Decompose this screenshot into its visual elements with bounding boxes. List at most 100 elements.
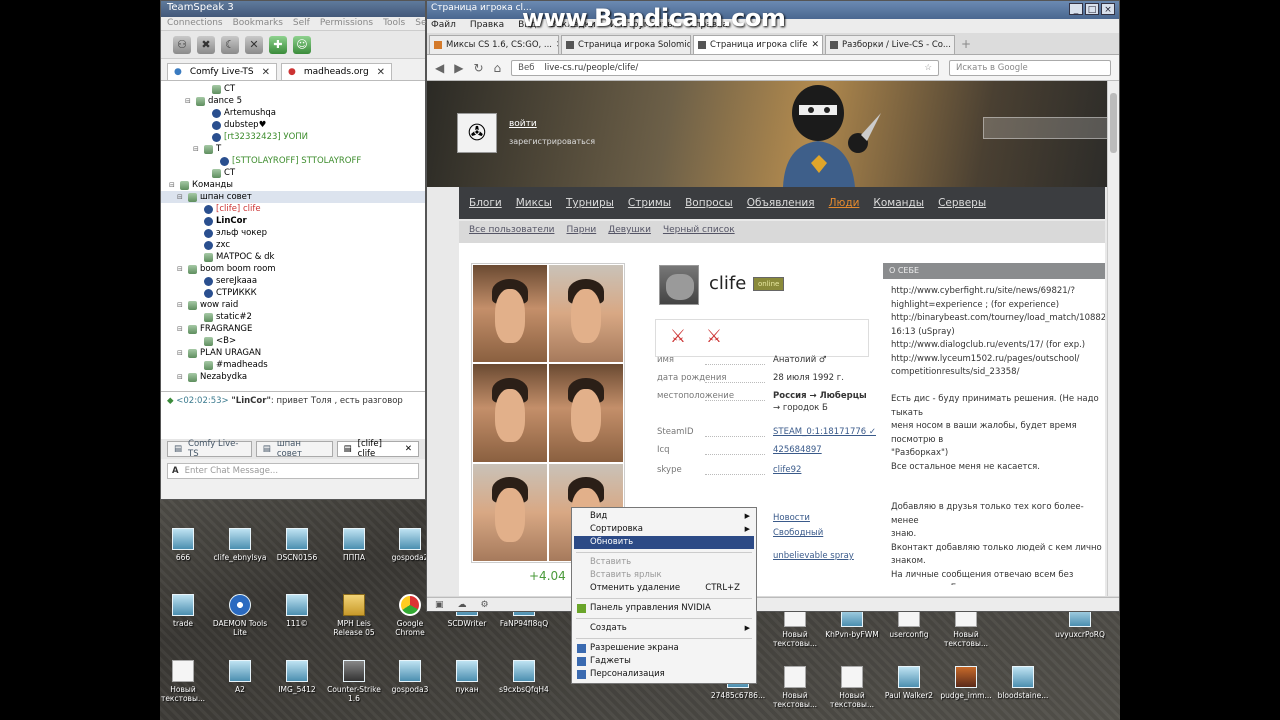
- context-menu-item[interactable]: Панель управления NVIDIA: [574, 602, 754, 615]
- client-row[interactable]: [STTOLAYROFF] STTOLAYROFF: [161, 155, 425, 167]
- desktop-icon[interactable]: s9cxbsQfqH4: [496, 660, 552, 694]
- client-row[interactable]: LinCor: [161, 215, 425, 227]
- page-scrollbar[interactable]: [1107, 81, 1119, 596]
- photo[interactable]: [473, 265, 547, 363]
- settings-icon[interactable]: ⚙: [481, 600, 489, 610]
- channel-row[interactable]: CT: [161, 167, 425, 179]
- teamspeak-titlebar[interactable]: TeamSpeak 3: [161, 1, 425, 17]
- browser-menu-item[interactable]: Правка: [470, 20, 504, 32]
- desktop-icon[interactable]: 666: [160, 528, 211, 562]
- site-subnav-item[interactable]: Парни: [566, 225, 596, 239]
- site-subnav-item[interactable]: Черный список: [663, 225, 735, 239]
- close-icon[interactable]: ✕: [262, 67, 270, 78]
- context-menu-item[interactable]: Создать ▶: [574, 622, 754, 635]
- channel-row[interactable]: МАТРОС & dk: [161, 251, 425, 263]
- address-bar[interactable]: Веб live-cs.ru/people/clife/ ☆: [511, 59, 939, 76]
- client-row[interactable]: dubstep♥: [161, 119, 425, 131]
- context-menu-item[interactable]: Сортировка ▶: [574, 523, 754, 536]
- channel-row[interactable]: ⊟ PLAN URAGAN: [161, 347, 425, 359]
- channel-row[interactable]: ⊟ dance 5: [161, 95, 425, 107]
- browser-tab[interactable]: Разборки / Live-CS - Co...✕: [825, 35, 955, 54]
- reload-icon[interactable]: ↻: [473, 61, 483, 75]
- desktop-icon[interactable]: DAEMON Tools Lite: [212, 594, 268, 637]
- expand-icon[interactable]: ⊟: [177, 323, 185, 335]
- client-row[interactable]: [clife] clife: [161, 203, 425, 215]
- photo[interactable]: [549, 364, 623, 462]
- info-value[interactable]: 425684897: [773, 445, 822, 455]
- page-viewport[interactable]: ✇ войти зарегистрироваться Блоги Миксы Тур…: [427, 81, 1119, 596]
- chat-input[interactable]: A Enter Chat Message...: [167, 463, 419, 479]
- crossed-swords-icon[interactable]: ⚔: [664, 326, 692, 352]
- close-icon[interactable]: ✕: [377, 67, 385, 78]
- login-link[interactable]: войти: [509, 119, 537, 129]
- avatar[interactable]: [659, 265, 699, 305]
- browser-tab[interactable]: Страница игрока clife ✕: [693, 35, 823, 54]
- expand-icon[interactable]: ⊟: [169, 179, 177, 191]
- site-subnav-item[interactable]: Девушки: [608, 225, 651, 239]
- expand-icon[interactable]: ⊟: [193, 143, 201, 155]
- close-icon[interactable]: ×: [1101, 3, 1115, 15]
- desktop-icon[interactable]: DSCN0156: [269, 528, 325, 562]
- site-subnav-item[interactable]: Все пользователи: [469, 225, 554, 239]
- context-menu-item[interactable]: Разрешение экрана: [574, 642, 754, 655]
- site-logo-icon[interactable]: ✇: [457, 113, 497, 153]
- desktop-icon[interactable]: Paul Walker2: [881, 666, 937, 700]
- channel-row[interactable]: ⊟ Команды: [161, 179, 425, 191]
- client-row[interactable]: [rt32332423] УОПИ: [161, 131, 425, 143]
- context-menu-item[interactable]: Персонализация: [574, 668, 754, 681]
- new-tab-icon[interactable]: +: [957, 35, 975, 54]
- desktop-icon[interactable]: gospoda3: [382, 660, 438, 694]
- channel-row[interactable]: ⊟ T: [161, 143, 425, 155]
- desktop-icon[interactable]: 111©: [269, 594, 325, 628]
- channel-row[interactable]: ⊟ шпан совет: [161, 191, 425, 203]
- desktop-icon[interactable]: A2: [212, 660, 268, 694]
- client-row[interactable]: zxc: [161, 239, 425, 251]
- site-nav-item[interactable]: Объявления: [747, 197, 815, 209]
- ts-menu-item[interactable]: Connections: [167, 18, 223, 29]
- forward-icon[interactable]: ▶: [454, 61, 463, 75]
- close-icon[interactable]: ✕: [556, 40, 558, 50]
- desktop-icon[interactable]: ПППА: [326, 528, 382, 562]
- close-icon[interactable]: ✕: [405, 444, 412, 454]
- desktop-icon[interactable]: пукан: [439, 660, 495, 694]
- expand-icon[interactable]: ⊟: [185, 95, 193, 107]
- desktop-icon[interactable]: trade: [160, 594, 211, 628]
- browser-menu-item[interactable]: Файл: [431, 20, 456, 32]
- channel-row[interactable]: <B>: [161, 335, 425, 347]
- desktop-icon[interactable]: IMG_5412: [269, 660, 325, 694]
- expand-icon[interactable]: ⊟: [177, 371, 185, 383]
- client-row[interactable]: СТРИККК: [161, 287, 425, 299]
- site-nav-item[interactable]: Турниры: [566, 197, 614, 209]
- info-value[interactable]: Свободный: [773, 528, 823, 538]
- photo[interactable]: [549, 265, 623, 363]
- context-menu-item[interactable]: Гаджеты: [574, 655, 754, 668]
- close-icon[interactable]: ✕: [812, 40, 820, 50]
- ts-menu-item[interactable]: Bookmarks: [233, 18, 283, 29]
- site-nav-item[interactable]: Команды: [873, 197, 924, 209]
- site-nav-item[interactable]: Блоги: [469, 197, 502, 209]
- channel-row[interactable]: CT: [161, 83, 425, 95]
- site-search-input[interactable]: [983, 117, 1115, 139]
- desktop-icon[interactable]: Counter-Strike 1.6: [326, 660, 382, 703]
- bookmark-icon[interactable]: ✚: [269, 35, 287, 54]
- expand-icon[interactable]: ⊟: [177, 263, 185, 275]
- client-row[interactable]: эльф чокер: [161, 227, 425, 239]
- home-icon[interactable]: ⌂: [494, 61, 502, 75]
- channel-row[interactable]: static#2: [161, 311, 425, 323]
- info-value[interactable]: STEAM_0:1:18171776 ✓: [773, 427, 876, 437]
- expand-icon[interactable]: ⊟: [177, 347, 185, 359]
- addon-icon[interactable]: ▣: [435, 600, 444, 610]
- cloud-icon[interactable]: ☁: [458, 600, 467, 610]
- ts-menu-item[interactable]: Permissions: [320, 18, 373, 29]
- identity-icon[interactable]: ☺: [293, 35, 311, 54]
- channel-row[interactable]: ⊟ boom boom room: [161, 263, 425, 275]
- desktop-icon[interactable]: clife_ebnylsya: [212, 528, 268, 562]
- desktop-icon[interactable]: Новый текстовы...: [160, 660, 211, 703]
- ts-menu-item[interactable]: Self: [293, 18, 310, 29]
- desktop-icon[interactable]: bloodstaine...: [995, 666, 1051, 700]
- channel-row[interactable]: #madheads: [161, 359, 425, 371]
- info-value[interactable]: clife92: [773, 465, 801, 475]
- photo[interactable]: [473, 364, 547, 462]
- context-menu-item[interactable]: Обновить: [574, 536, 754, 549]
- connect-icon[interactable]: ⚇: [173, 35, 191, 54]
